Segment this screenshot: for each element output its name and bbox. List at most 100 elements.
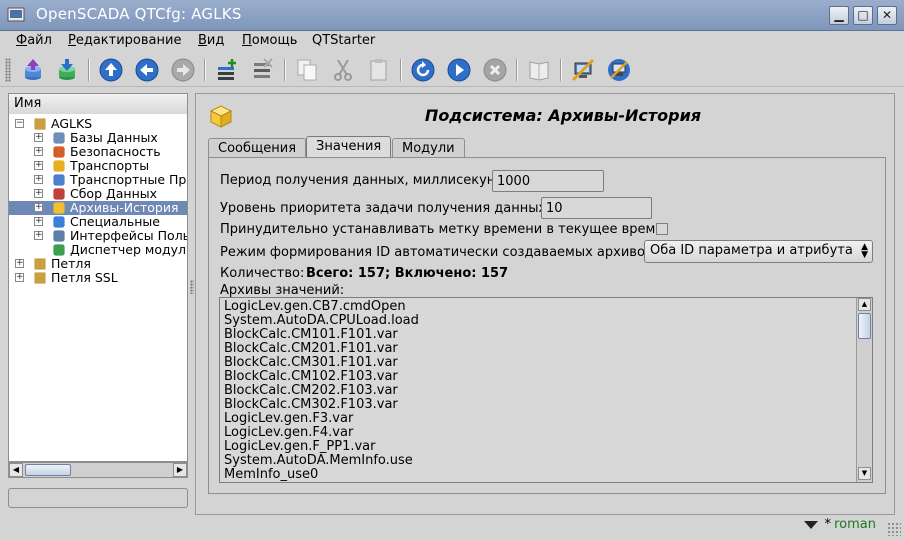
triangle-down-icon[interactable] xyxy=(804,521,818,529)
pane-splitter[interactable] xyxy=(190,280,194,294)
expand-icon[interactable]: + xyxy=(34,203,43,212)
list-item[interactable]: BlockCalc.CM202.F103.var xyxy=(224,384,398,398)
list-item[interactable]: BlockCalc.CM302.F103.var xyxy=(224,398,398,412)
expand-icon[interactable]: + xyxy=(34,175,43,184)
tree-item-label: Интерфейсы Поль xyxy=(70,229,187,243)
archives-label: Архивы значений: xyxy=(220,283,345,298)
menu-view[interactable]: Вид xyxy=(198,33,224,48)
list-item[interactable]: BlockCalc.CM301.F101.var xyxy=(224,356,398,370)
list-item[interactable]: System.AutoDA.CPULoad.load xyxy=(224,314,419,328)
tree-item[interactable]: + Транспорты xyxy=(9,159,187,173)
stop-icon[interactable] xyxy=(482,57,508,83)
tree-item[interactable]: + Сбор Данных xyxy=(9,187,187,201)
tree-horizontal-scrollbar[interactable]: ◀ ▶ xyxy=(8,462,188,478)
scroll-left-icon[interactable]: ◀ xyxy=(9,463,23,477)
toolbar-separator xyxy=(560,59,562,81)
database-icon xyxy=(53,132,65,144)
tree-item[interactable]: + Безопасность xyxy=(9,145,187,159)
tree-item[interactable]: − AGLKS xyxy=(9,117,187,131)
menu-help[interactable]: Помощь xyxy=(242,33,297,48)
list-item[interactable]: LogicLev.gen.F3.var xyxy=(224,412,353,426)
tree-item[interactable]: + Специальные xyxy=(9,215,187,229)
maximize-button[interactable]: □ xyxy=(853,6,873,25)
tab-messages[interactable]: Сообщения xyxy=(208,138,307,158)
expand-icon[interactable]: + xyxy=(34,147,43,156)
archive-box-icon xyxy=(209,105,233,128)
tab-modules[interactable]: Модули xyxy=(392,138,465,158)
navigation-tree[interactable]: − AGLKS + Базы Данных + Безопасность + Транспор… xyxy=(8,114,188,462)
list-item[interactable]: BlockCalc.CM102.F103.var xyxy=(224,370,398,384)
scroll-right-icon[interactable]: ▶ xyxy=(173,463,187,477)
forward-icon[interactable] xyxy=(170,57,196,83)
user-name[interactable]: roman xyxy=(834,517,876,532)
tree-item[interactable]: + Транспортные Пр xyxy=(9,173,187,187)
page-title: Подсистема: Архивы-История xyxy=(424,106,702,125)
resize-grip-icon[interactable] xyxy=(887,522,901,536)
app-icon xyxy=(7,7,25,22)
up-icon[interactable] xyxy=(98,57,124,83)
tab-values[interactable]: Значения xyxy=(306,136,392,158)
ui-icon xyxy=(53,230,65,242)
list-item[interactable]: BlockCalc.CM101.F101.var xyxy=(224,328,398,342)
add-icon[interactable] xyxy=(214,57,240,83)
scroll-thumb[interactable] xyxy=(25,464,71,476)
toolbar-separator xyxy=(88,59,90,81)
back-icon[interactable] xyxy=(134,57,160,83)
menu-edit[interactable]: Редактирование xyxy=(68,33,181,48)
list-item[interactable]: MemInfo_use0 xyxy=(224,468,318,482)
copy-icon[interactable] xyxy=(294,57,320,83)
list-item[interactable]: LogicLev.gen.CB7.cmdOpen xyxy=(224,300,406,314)
title-bar[interactable]: OpenSCADA QTCfg: AGLKS ▁ □ ✕ xyxy=(0,0,904,31)
delete-icon[interactable] xyxy=(250,57,276,83)
menu-bar: Файл Редактирование Вид Помощь QTStarter xyxy=(0,31,904,53)
expand-icon[interactable]: + xyxy=(34,161,43,170)
tree-item[interactable]: Диспетчер модул xyxy=(9,243,187,257)
list-item[interactable]: LogicLev.gen.F4.var xyxy=(224,426,353,440)
expand-icon[interactable]: + xyxy=(34,133,43,142)
toolbar-separator xyxy=(284,59,286,81)
archives-list[interactable]: MemInfo_use0 System.AutoDA.MemInfo.use Log… xyxy=(219,297,873,483)
list-item[interactable]: System.AutoDA.MemInfo.use xyxy=(224,454,413,468)
scroll-thumb[interactable] xyxy=(858,313,871,339)
manual-icon[interactable] xyxy=(526,57,552,83)
priority-input[interactable] xyxy=(541,197,652,219)
tree-item[interactable]: + Интерфейсы Поль xyxy=(9,229,187,243)
tree-header[interactable]: Имя xyxy=(8,93,188,115)
expand-icon[interactable]: + xyxy=(34,231,43,240)
transport-icon xyxy=(53,160,65,172)
station-2-icon[interactable] xyxy=(606,57,632,83)
expand-icon[interactable]: + xyxy=(15,273,24,282)
refresh-icon[interactable] xyxy=(410,57,436,83)
collapse-icon[interactable]: − xyxy=(15,119,24,128)
station-1-icon[interactable] xyxy=(570,57,596,83)
tree-item-label: AGLKS xyxy=(51,117,93,131)
minimize-button[interactable]: ▁ xyxy=(829,6,849,25)
expand-icon[interactable]: + xyxy=(34,189,43,198)
tree-item[interactable]: + Петля xyxy=(9,257,187,271)
expand-icon[interactable]: + xyxy=(15,259,24,268)
db-load-icon[interactable] xyxy=(20,57,46,83)
expand-icon[interactable]: + xyxy=(34,217,43,226)
toolbar-handle[interactable] xyxy=(5,58,11,82)
list-vertical-scrollbar[interactable]: ▲ ▼ xyxy=(856,298,872,482)
list-item[interactable]: BlockCalc.CM201.F101.var xyxy=(224,342,398,356)
special-icon xyxy=(53,216,65,228)
tree-item[interactable]: + Архивы-История xyxy=(9,201,187,215)
tree-item[interactable]: + Петля SSL xyxy=(9,271,187,285)
tree-item[interactable]: + Базы Данных xyxy=(9,131,187,145)
start-icon[interactable] xyxy=(446,57,472,83)
scroll-down-icon[interactable]: ▼ xyxy=(858,467,871,480)
cut-icon[interactable] xyxy=(330,57,356,83)
scroll-up-icon[interactable]: ▲ xyxy=(858,298,871,311)
toolbar-separator xyxy=(204,59,206,81)
menu-file[interactable]: Файл xyxy=(16,33,52,48)
folder-icon xyxy=(34,272,46,284)
paste-icon[interactable] xyxy=(366,57,392,83)
db-save-icon[interactable] xyxy=(54,57,80,83)
list-item[interactable]: LogicLev.gen.F_PP1.var xyxy=(224,440,376,454)
menu-qtstarter[interactable]: QTStarter xyxy=(312,33,375,48)
id-mode-select[interactable]: Оба ID параметра и атрибута ▲ ▼ xyxy=(644,240,873,263)
close-button[interactable]: ✕ xyxy=(877,6,897,25)
period-input[interactable] xyxy=(492,170,604,192)
force-time-checkbox[interactable] xyxy=(656,223,668,235)
